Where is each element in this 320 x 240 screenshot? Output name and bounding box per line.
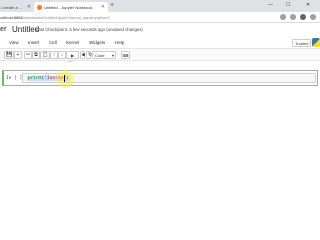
- close-tab-icon[interactable]: ✕: [27, 4, 31, 10]
- star-icon[interactable]: [280, 14, 286, 20]
- tab-title: I create a ...: [1, 4, 23, 10]
- mouse-cursor-highlight: [56, 70, 74, 88]
- url-field[interactable]: calhost:8888/notebooks/Untitled.ipynb?ke…: [0, 14, 200, 21]
- browser-tab-strip: I create a ... ✕ Untitled - Jupyter Note…: [0, 0, 320, 12]
- notebook-toolbar: 💾 + ✂ ⧉ 📋 ↑ ↓ ▶ Run ■ ↻ Code ▾ ⌨: [0, 48, 320, 65]
- save-button[interactable]: 💾: [4, 51, 15, 59]
- notebook-page: In [ ]: print("Inside"): [0, 62, 320, 240]
- tab-title: Untitled - Jupyter Notebook: [44, 4, 93, 10]
- menu-kernel[interactable]: Kernel: [66, 40, 79, 45]
- notebook-area: In [ ]: print("Inside"): [0, 62, 320, 240]
- move-down-button[interactable]: ↓: [58, 51, 66, 59]
- browser-tab-previous[interactable]: I create a ... ✕: [0, 2, 34, 12]
- code-cell[interactable]: In [ ]: print("Inside"): [2, 70, 318, 88]
- checkpoint-text: Last Checkpoint: a few seconds ago: [36, 27, 106, 32]
- text-cursor: [64, 75, 65, 82]
- command-palette-keyboard-icon[interactable]: ⌨: [121, 51, 130, 59]
- restart-button[interactable]: ↻: [86, 51, 92, 59]
- minimize-window-button[interactable]: —: [268, 1, 273, 9]
- stop-button[interactable]: ■: [80, 51, 85, 59]
- browser-extension-icons: [280, 14, 316, 20]
- paste-button[interactable]: 📋: [40, 51, 51, 59]
- insert-cell-button[interactable]: +: [14, 51, 22, 59]
- trusted-indicator[interactable]: Trusted: [292, 39, 312, 47]
- cell-type-value: Code: [95, 53, 105, 58]
- menu-cell[interactable]: Cell: [49, 40, 57, 45]
- menu-view[interactable]: View: [9, 40, 19, 45]
- address-bar: calhost:8888/notebooks/Untitled.ipynb?ke…: [0, 12, 320, 23]
- menu-widgets[interactable]: Widgets: [89, 40, 105, 45]
- jupyter-logo[interactable]: er: [0, 26, 7, 33]
- python-kernel-icon: [312, 38, 320, 47]
- url-host: calhost:8888: [0, 15, 23, 20]
- close-tab-icon[interactable]: ✕: [101, 4, 105, 10]
- url-path: /notebooks/Untitled.ipynb?kernel_name=py…: [22, 15, 110, 20]
- menu-kebab-icon[interactable]: [310, 14, 316, 20]
- code-input[interactable]: print("Inside"): [22, 70, 316, 88]
- cut-button[interactable]: ✂: [24, 51, 33, 59]
- menu-bar: View Insert Cell Kernel Widgets Help Tru…: [0, 38, 320, 48]
- browser-tab-jupyter[interactable]: Untitled - Jupyter Notebook ✕: [34, 2, 108, 12]
- move-up-button[interactable]: ↑: [50, 51, 58, 59]
- jupyter-favicon-icon: [37, 4, 42, 10]
- code-function: print: [28, 75, 42, 81]
- unsaved-changes-text: (unsaved changes): [106, 27, 143, 32]
- cell-type-select[interactable]: Code ▾: [92, 51, 116, 59]
- checkpoint-status: Last Checkpoint: a few seconds ago (unsa…: [36, 27, 143, 32]
- maximize-window-button[interactable]: ☐: [286, 1, 290, 9]
- profile-avatar-icon[interactable]: [300, 14, 306, 20]
- close-window-button[interactable]: ✕: [306, 1, 310, 9]
- copy-button[interactable]: ⧉: [32, 51, 40, 59]
- extension-icon[interactable]: [290, 14, 296, 20]
- new-tab-button[interactable]: +: [110, 2, 114, 10]
- run-button[interactable]: ▶ Run: [66, 51, 79, 65]
- chevron-down-icon: ▾: [111, 53, 114, 58]
- jupyter-header: er Untitled Last Checkpoint: a few secon…: [0, 23, 320, 36]
- menu-help[interactable]: Help: [115, 40, 124, 45]
- menu-insert[interactable]: Insert: [28, 40, 39, 45]
